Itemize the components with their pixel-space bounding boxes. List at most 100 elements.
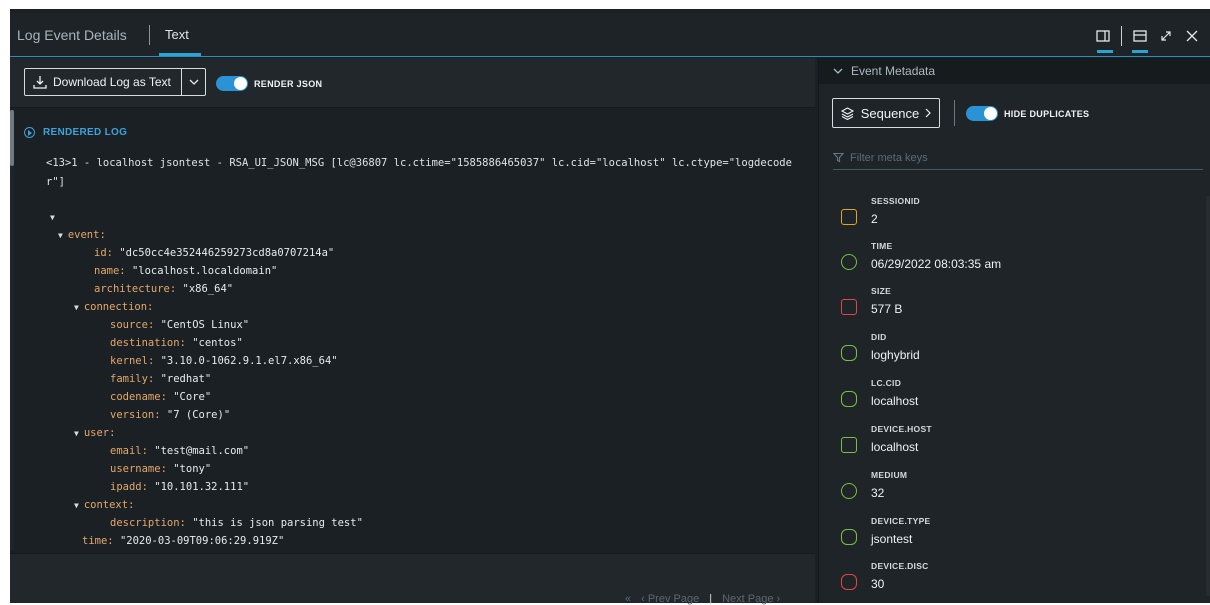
render-json-toggle[interactable]: RENDER JSON: [216, 76, 322, 91]
tree-key: family: [110, 373, 148, 385]
layout-bottom-icon[interactable]: [1132, 28, 1148, 44]
hide-duplicates-switch[interactable]: [966, 106, 998, 121]
tree-value: "2020-03-09T09:06:29.919Z": [119, 535, 285, 547]
download-options-dropdown[interactable]: [181, 69, 205, 95]
render-json-switch[interactable]: [216, 76, 248, 91]
tab-divider: [149, 25, 150, 45]
metadata-scrollbar[interactable]: [1206, 196, 1210, 596]
meta-key: SIZE: [871, 286, 892, 296]
tree-key: version: [110, 409, 155, 421]
active-layout-underline: [1097, 50, 1113, 53]
tree-node-user[interactable]: ▼ user:: [74, 424, 115, 442]
tree-key: event: [67, 229, 100, 241]
log-scrollbar-thumb[interactable]: [10, 110, 14, 166]
clock-icon: [841, 254, 857, 270]
log-scrollbar-track[interactable]: [10, 110, 14, 550]
meta-value[interactable]: jsontest: [871, 532, 912, 546]
toggle-metadata-panel-icon[interactable]: [1095, 28, 1111, 44]
tree-value: "localhost.localdomain": [131, 265, 278, 277]
tree-value: "Core": [173, 391, 212, 403]
database-icon: [841, 391, 857, 407]
meta-value[interactable]: loghybrid: [871, 348, 920, 362]
meta-value[interactable]: 32: [871, 486, 884, 500]
download-log-main[interactable]: Download Log as Text: [25, 69, 181, 95]
tree-value: "CentOS Linux": [160, 319, 250, 331]
expand-triangle-icon: ▼: [74, 303, 79, 312]
tree-value: "centos": [192, 337, 243, 349]
tab-log-event-details[interactable]: Log Event Details: [17, 27, 127, 43]
tree-value: "10.101.32.111": [154, 481, 250, 493]
tree-key: id: [94, 247, 107, 259]
next-page-button[interactable]: Next Page ›: [722, 593, 780, 605]
tree-value: "7 (Core)": [166, 409, 231, 421]
meta-value[interactable]: localhost: [871, 394, 918, 408]
tree-key: source: [110, 319, 148, 331]
tree-value: "dc50cc4e352446259273cd8a0707214a": [119, 247, 335, 259]
tree-leaf-codename: codename: "Core": [110, 391, 212, 403]
meta-value[interactable]: 30: [871, 577, 884, 591]
event-metadata-header[interactable]: Event Metadata: [819, 58, 1210, 84]
sequence-label: Sequence: [860, 105, 920, 121]
tree-value: "3.10.0-1062.9.1.el7.x86_64": [160, 355, 338, 367]
event-metadata-pane: Event Metadata Sequence HIDE DUPLICATES …: [818, 58, 1210, 603]
hide-duplicates-toggle[interactable]: HIDE DUPLICATES: [966, 106, 1089, 121]
tree-node-connection[interactable]: ▼ connection:: [74, 298, 153, 316]
expand-triangle-icon: ▼: [58, 231, 63, 240]
first-page-button[interactable]: «: [625, 593, 631, 605]
pagination-bar: « ‹ Prev Page | Next Page ›: [10, 553, 815, 605]
tree-key: user: [83, 427, 110, 439]
database-icon: [841, 345, 857, 361]
meta-key: SESSIONID: [871, 196, 920, 206]
tree-key: description: [110, 517, 180, 529]
chevron-down-icon: [833, 68, 843, 74]
monitor-icon: [841, 437, 857, 453]
collapse-arrow-icon: [24, 127, 35, 138]
session-icon: [841, 209, 857, 225]
download-icon: [33, 76, 47, 89]
prev-page-button[interactable]: ‹ Prev Page: [641, 593, 699, 605]
tree-node-event[interactable]: ▼ event:: [58, 226, 106, 244]
metadata-toolbar-divider: [954, 100, 955, 126]
expand-icon[interactable]: [1158, 28, 1174, 44]
event-metadata-title: Event Metadata: [851, 64, 936, 78]
tree-leaf-description: description: "this is json parsing test": [110, 517, 363, 529]
close-icon[interactable]: [1184, 28, 1200, 44]
download-log-button[interactable]: Download Log as Text: [24, 68, 206, 96]
tree-leaf-id: id: "dc50cc4e352446259273cd8a0707214a": [94, 247, 335, 259]
expand-triangle-icon: ▼: [74, 429, 79, 438]
log-toolbar: Download Log as Text RENDER JSON: [10, 58, 815, 108]
tree-value: "redhat": [160, 373, 212, 385]
filter-meta-keys-input[interactable]: Filter meta keys: [833, 146, 1203, 170]
medium-icon: [841, 483, 857, 499]
meta-value[interactable]: 577 B: [871, 302, 902, 316]
expand-triangle-icon: ▼: [74, 501, 79, 510]
meta-key: DID: [871, 332, 887, 342]
meta-key: LC.CID: [871, 378, 902, 388]
tree-value: "x86_64": [182, 283, 234, 295]
tree-root[interactable]: ▼: [50, 208, 60, 226]
chevron-down-icon: [189, 79, 198, 85]
tree-leaf-architecture: architecture: "x86_64": [94, 283, 234, 295]
meta-key: TIME: [871, 241, 893, 251]
database-icon: [841, 529, 857, 545]
size-icon: [841, 299, 857, 315]
tree-leaf-version: version: "7 (Core)": [110, 409, 231, 421]
tree-node-context[interactable]: ▼ context:: [74, 496, 134, 514]
meta-value[interactable]: 2: [871, 212, 878, 226]
meta-value[interactable]: localhost: [871, 440, 918, 454]
pager-divider: |: [709, 593, 713, 605]
meta-value[interactable]: 06/29/2022 08:03:35 am: [871, 257, 1001, 271]
tree-leaf-destination: destination: "centos": [110, 337, 243, 349]
tab-text[interactable]: Text: [165, 27, 189, 42]
download-log-label: Download Log as Text: [53, 75, 171, 89]
top-strip: [10, 0, 1210, 9]
rendered-log-label: RENDERED LOG: [43, 127, 128, 138]
sequence-button[interactable]: Sequence: [832, 98, 940, 128]
rendered-log-header[interactable]: RENDERED LOG: [24, 127, 127, 138]
active-layout-underline-2: [1132, 50, 1148, 53]
tree-key: ipadd: [110, 481, 142, 493]
tree-leaf-ipadd: ipadd: "10.101.32.111": [110, 481, 250, 493]
meta-key: DEVICE.TYPE: [871, 516, 931, 526]
tree-value: "tony": [173, 463, 212, 475]
tree-leaf-time: time: "2020-03-09T09:06:29.919Z": [82, 535, 285, 547]
